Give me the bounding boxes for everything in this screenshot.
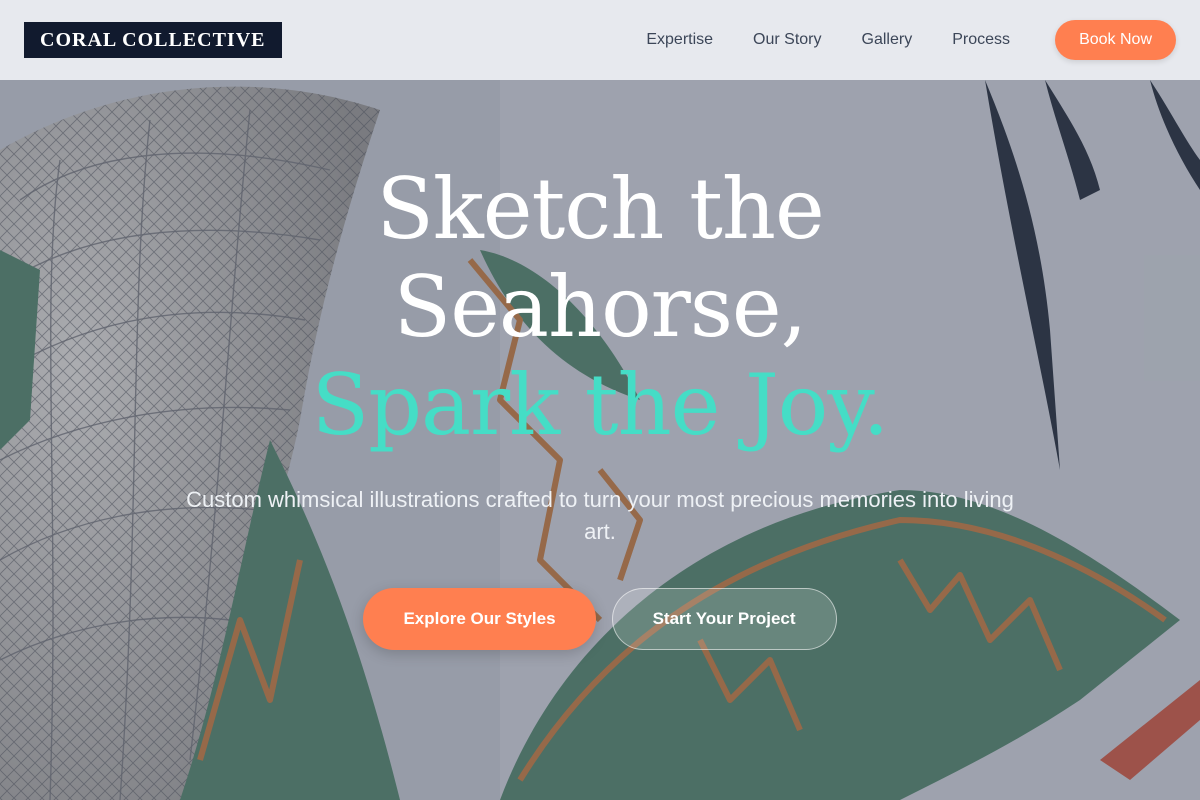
book-now-button[interactable]: Book Now bbox=[1055, 20, 1176, 60]
hero-title-line-1: Sketch the bbox=[376, 160, 824, 258]
nav-links: Expertise Our Story Gallery Process bbox=[646, 0, 1010, 80]
top-navbar: CORAL COLLECTIVE Expertise Our Story Gal… bbox=[0, 0, 1200, 80]
nav-link-process[interactable]: Process bbox=[952, 31, 1010, 49]
hero-title-line-2: Seahorse, bbox=[393, 258, 808, 356]
hero-section: Sketch the Seahorse, Spark the Joy. Cust… bbox=[0, 160, 1200, 650]
hero-subtitle: Custom whimsical illustrations crafted t… bbox=[186, 487, 1014, 544]
nav-link-our-story[interactable]: Our Story bbox=[753, 31, 821, 49]
hero-actions: Explore Our Styles Start Your Project bbox=[0, 588, 1200, 650]
start-project-button[interactable]: Start Your Project bbox=[611, 588, 837, 650]
brand-logo[interactable]: CORAL COLLECTIVE bbox=[24, 22, 282, 58]
explore-styles-button[interactable]: Explore Our Styles bbox=[363, 588, 596, 650]
nav-link-gallery[interactable]: Gallery bbox=[862, 31, 913, 49]
hero-title: Sketch the Seahorse, Spark the Joy. bbox=[0, 160, 1200, 454]
hero-title-accent: Spark the Joy. bbox=[311, 356, 890, 454]
nav-link-expertise[interactable]: Expertise bbox=[646, 31, 713, 49]
